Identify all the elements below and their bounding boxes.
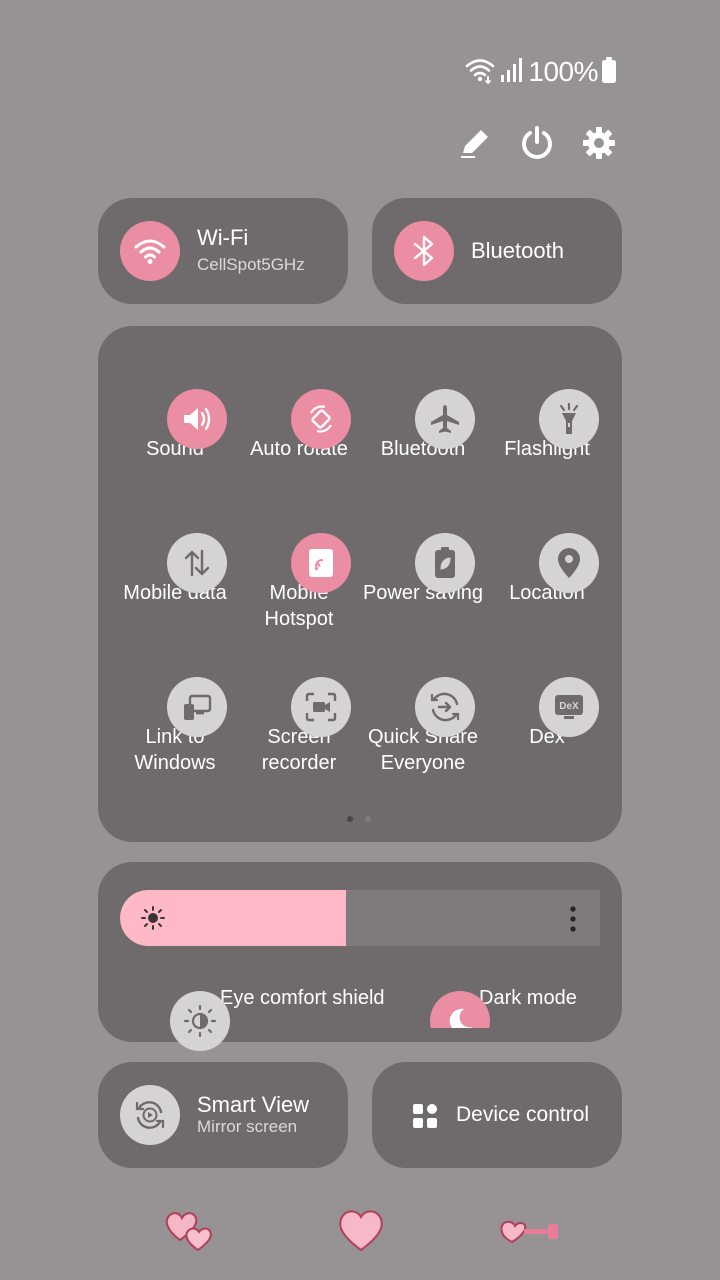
tile-sound[interactable]: Sound xyxy=(113,366,237,462)
device-control-icon xyxy=(412,1103,438,1134)
eye-comfort-shield-toggle[interactable]: Eye comfort shield xyxy=(148,968,385,1051)
battery-icon xyxy=(602,56,616,88)
tile-auto-rotate[interactable]: Auto rotate xyxy=(237,366,361,462)
wifi-toggle-card[interactable]: Wi-Fi CellSpot5GHz xyxy=(98,198,348,304)
flashlight-icon xyxy=(539,389,599,449)
mobile-data-icon xyxy=(167,533,227,593)
hotspot-icon xyxy=(291,533,351,593)
location-icon xyxy=(539,533,599,593)
settings-icon[interactable] xyxy=(580,124,618,162)
edit-icon[interactable] xyxy=(456,124,494,162)
tile-quick-share[interactable]: Quick Share Everyone xyxy=(361,654,485,776)
tile-location[interactable]: Location xyxy=(485,510,609,606)
tile-mobile-hotspot[interactable]: Mobile Hotspot xyxy=(237,510,361,632)
tile-link-to-windows[interactable]: Link to Windows xyxy=(113,654,237,776)
wifi-icon[interactable] xyxy=(120,221,180,281)
page-dot-active xyxy=(347,816,353,822)
bluetooth-toggle-card[interactable]: Bluetooth xyxy=(372,198,622,304)
brightness-slider[interactable] xyxy=(120,890,600,946)
signal-icon xyxy=(500,57,524,88)
bluetooth-icon[interactable] xyxy=(394,221,454,281)
link-to-windows-icon xyxy=(167,677,227,737)
tile-screen-recorder[interactable]: Screen recorder xyxy=(237,654,361,776)
tile-label: Mobile Hotspot xyxy=(264,582,334,630)
tile-label: Quick Share Everyone xyxy=(367,726,479,774)
more-options-icon[interactable] xyxy=(568,906,578,932)
sound-icon xyxy=(167,389,227,449)
dark-mode-label: Dark mode xyxy=(479,986,576,1009)
brightness-sun-icon xyxy=(140,905,166,936)
battery-percent: 100% xyxy=(528,56,598,87)
device-control-title: Device control xyxy=(456,1103,590,1126)
double-heart-icon xyxy=(162,1206,218,1259)
wifi-network-name: CellSpot5GHz xyxy=(197,255,305,274)
airplane-icon xyxy=(415,389,475,449)
smart-view-title: Smart View xyxy=(197,1092,310,1117)
page-indicator xyxy=(347,816,371,822)
brightness-card: Eye comfort shield Dark mode xyxy=(98,862,622,1051)
eye-comfort-icon xyxy=(170,991,230,1051)
tile-label: Link to Windows xyxy=(134,726,216,774)
svg-text:DeX: DeX xyxy=(559,701,579,712)
wifi-icon xyxy=(464,56,496,89)
eye-comfort-label: Eye comfort shield xyxy=(220,986,385,1009)
quick-settings-grid: Sound Auto rotate Bluetooth Flashlight M… xyxy=(98,326,622,842)
heart-icon xyxy=(334,1206,388,1259)
tile-label: Screen recorder xyxy=(261,726,337,774)
top-actions xyxy=(456,124,618,162)
heart-key-icon xyxy=(498,1214,562,1255)
tile-mobile-data[interactable]: Mobile data xyxy=(113,510,237,606)
bluetooth-title: Bluetooth xyxy=(471,238,564,263)
smart-view-icon xyxy=(120,1085,180,1145)
page-dot xyxy=(365,816,371,822)
tile-dex[interactable]: DeX Dex xyxy=(485,654,609,750)
auto-rotate-icon xyxy=(291,389,351,449)
wifi-title: Wi-Fi xyxy=(197,225,249,250)
smart-view-card[interactable]: Smart View Mirror screen xyxy=(98,1062,348,1168)
dark-mode-toggle[interactable]: Dark mode xyxy=(408,968,576,1028)
device-control-card[interactable]: Device control xyxy=(372,1062,622,1168)
dex-icon: DeX xyxy=(539,677,599,737)
power-saving-icon xyxy=(415,533,475,593)
tile-power-saving[interactable]: Power saving xyxy=(361,510,485,606)
status-bar: 100% xyxy=(464,54,616,90)
tile-flashlight[interactable]: Flashlight xyxy=(485,366,609,462)
screen-recorder-icon xyxy=(291,677,351,737)
tile-airplane-mode[interactable]: Bluetooth xyxy=(361,366,485,462)
smart-view-subtitle: Mirror screen xyxy=(197,1117,298,1136)
quick-share-icon xyxy=(415,677,475,737)
power-icon[interactable] xyxy=(518,124,556,162)
